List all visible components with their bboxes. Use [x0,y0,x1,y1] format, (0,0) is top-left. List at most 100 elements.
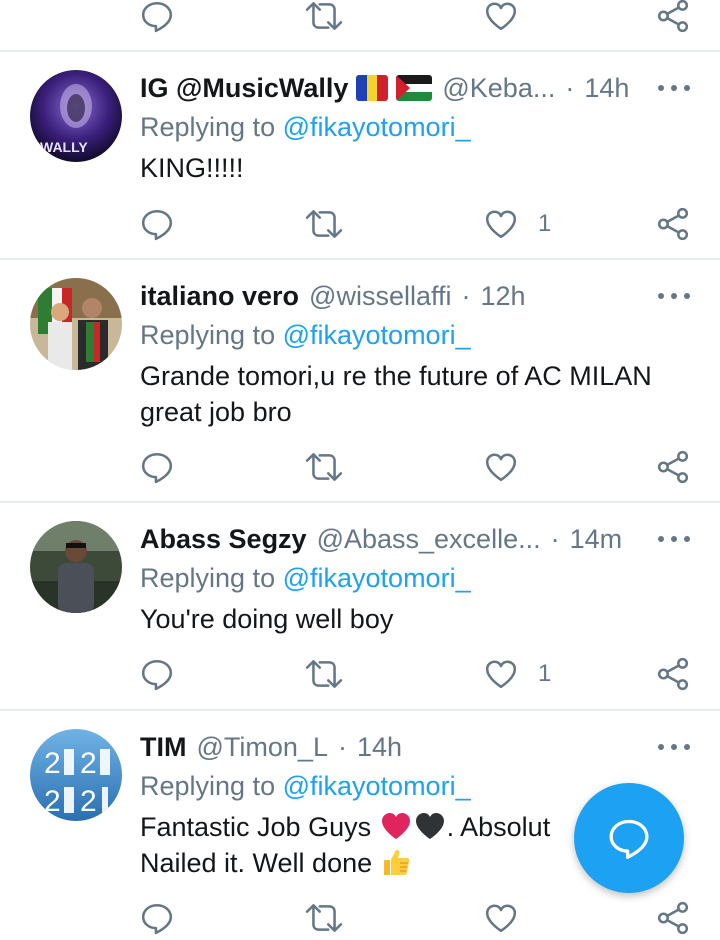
replying-to: Replying to @fikayotomori_ [140,563,471,594]
retweet-button[interactable] [305,0,343,38]
tweet-text: KING!!!!! [140,150,244,186]
retweet-icon [305,657,343,691]
tweet-actions [0,896,720,940]
more-icon [658,85,664,91]
divider [0,501,720,503]
reply-button[interactable] [140,0,174,38]
tweet-actions: 1 [0,202,720,246]
avatar[interactable]: WALLY [30,70,122,162]
mention-link[interactable]: @fikayotomori_ [283,320,471,350]
tweet-actions [0,445,720,489]
divider [0,709,720,711]
retweet-button[interactable] [305,202,343,246]
like-icon [484,658,518,690]
display-name[interactable]: TIM [140,732,187,763]
retweet-icon [305,0,343,33]
compose-reply-button[interactable] [574,783,684,893]
replying-to: Replying to @fikayotomori_ [140,320,471,351]
tweet-text-line: Grande tomori,u re the future of AC MILA… [140,361,652,391]
more-icon [658,536,664,542]
svg-text:2: 2 [80,785,97,818]
tweet-text-segment: . Absolut [446,812,551,842]
avatar-logo-text: WALLY [40,139,88,155]
like-button[interactable] [484,445,518,489]
reply-icon [140,450,174,484]
like-button[interactable] [484,0,518,38]
reply-icon [140,657,174,691]
share-button[interactable] [656,202,690,246]
reply-icon [140,0,174,33]
like-icon [484,208,518,240]
reply-icon [140,207,174,241]
replying-label: Replying to [140,112,276,142]
tweet-text-line: You're doing well boy [140,604,394,634]
retweet-button[interactable] [305,652,343,696]
tweet-text-line: KING!!!!! [140,153,244,183]
retweet-button[interactable] [305,896,343,940]
share-icon [656,901,690,935]
avatar-text-bottom: 2 [44,785,61,818]
handle[interactable]: @Timon_L [197,732,328,763]
tweet-text: Fantastic Job Guys . Absolut Nailed it. … [140,809,550,881]
share-icon [656,450,690,484]
divider [0,258,720,260]
tweet-actions: 1 [0,652,720,696]
mention-link[interactable]: @fikayotomori_ [283,771,471,801]
retweet-button[interactable] [305,445,343,489]
tweet-text: You're doing well boy [140,601,393,637]
timestamp[interactable]: 14m [570,524,623,555]
replying-to: Replying to @fikayotomori_ [140,771,471,802]
more-button[interactable] [658,527,690,551]
avatar-text-top: 2 [44,747,61,780]
mention-link[interactable]: @fikayotomori_ [283,112,471,142]
mention-link[interactable]: @fikayotomori_ [283,563,471,593]
red-heart-icon [381,813,410,839]
separator-dot: · [461,280,471,311]
reply-icon [140,901,174,935]
svg-text:2: 2 [80,747,97,780]
like-button[interactable]: 1 [484,202,551,246]
avatar[interactable] [30,521,122,613]
more-button[interactable] [658,735,690,759]
reply-button[interactable] [140,445,174,489]
more-button[interactable] [658,76,690,100]
separator-dot: · [550,523,560,554]
reply-button[interactable] [140,652,174,696]
share-icon [656,0,690,33]
compose-reply-icon [609,819,649,859]
retweet-icon [305,207,343,241]
timestamp[interactable]: 14h [584,73,629,104]
share-button[interactable] [656,652,690,696]
reply-button[interactable] [140,202,174,246]
separator-dot: · [337,731,347,762]
avatar[interactable] [30,278,122,370]
like-icon [484,902,518,934]
replying-label: Replying to [140,771,276,801]
tweet-text-segment: Nailed it. Well done [140,848,373,878]
replying-to: Replying to @fikayotomori_ [140,112,471,143]
share-button[interactable] [656,445,690,489]
tweet-text: Grande tomori,u re the future of AC MILA… [140,358,652,430]
like-icon [484,451,518,483]
timestamp[interactable]: 14h [357,732,402,763]
handle[interactable]: @Abass_excelle... [317,524,541,555]
avatar[interactable]: 2 2 2 2 [30,729,122,821]
retweet-icon [305,450,343,484]
handle[interactable]: @wissellaffi [309,281,451,312]
tweet-text-line: Fantastic Job Guys . Absolut [140,809,550,845]
reply-button[interactable] [140,896,174,940]
display-name[interactable]: italiano vero [140,281,299,312]
display-name[interactable]: IG @MusicWally [140,73,348,104]
like-button[interactable]: 1 [484,652,551,696]
share-button[interactable] [656,0,690,38]
share-icon [656,207,690,241]
more-button[interactable] [658,284,690,308]
display-name[interactable]: Abass Segzy [140,524,307,555]
more-icon [658,744,664,750]
like-button[interactable] [484,896,518,940]
handle[interactable]: @Keba... [442,73,555,104]
divider [0,50,720,52]
timestamp[interactable]: 12h [481,281,526,312]
retweet-icon [305,901,343,935]
share-button[interactable] [656,896,690,940]
